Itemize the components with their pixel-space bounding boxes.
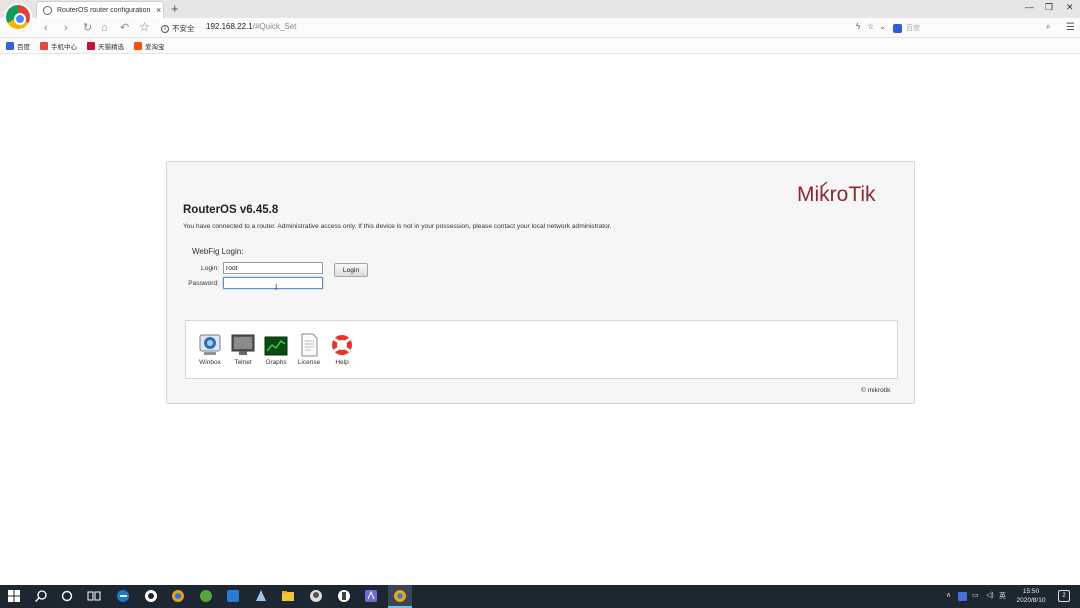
- edge-icon[interactable]: [116, 589, 130, 603]
- search-placeholder: 百度: [906, 25, 920, 32]
- bookmark-item[interactable]: 天猫精选: [87, 41, 124, 51]
- file-explorer-icon[interactable]: [281, 589, 295, 603]
- browser-icon[interactable]: [393, 589, 407, 603]
- winbox-icon: [199, 334, 221, 355]
- admin-notice: You have connected to a router. Administ…: [183, 223, 612, 230]
- search-icon[interactable]: [34, 589, 48, 603]
- back-icon[interactable]: ‹: [44, 21, 48, 35]
- browser-logo-icon[interactable]: [4, 3, 32, 31]
- url-field[interactable]: 192.168.22.1/#Quick_Set: [206, 22, 296, 31]
- graphs-icon: [264, 336, 288, 356]
- system-clock[interactable]: 15:50 2020/8/10: [1011, 587, 1051, 605]
- tab-strip: RouterOS router configuration × + — ❐ ✕: [0, 0, 1080, 31]
- app-icon[interactable]: [364, 589, 378, 603]
- login-label: Login:: [201, 265, 219, 272]
- tray-app-icon[interactable]: [958, 592, 967, 601]
- network-icon[interactable]: ▭: [972, 591, 979, 599]
- app-icon[interactable]: [199, 589, 213, 603]
- graphs-link[interactable]: Graphs: [260, 333, 292, 366]
- page-title: RouterOS v6.45.8: [183, 204, 279, 216]
- search-icon[interactable]: ⌕: [1046, 22, 1050, 32]
- tool-label: License: [297, 359, 321, 366]
- info-icon: i: [161, 24, 169, 33]
- url-host: 192.168.22.1: [206, 22, 253, 31]
- winbox-link[interactable]: Winbox: [194, 333, 226, 366]
- tool-label: Help: [335, 359, 349, 366]
- input-language[interactable]: 英: [999, 591, 1006, 601]
- security-label: 不安全: [172, 24, 195, 33]
- app-icon[interactable]: [226, 589, 240, 603]
- tool-label: Telnet: [234, 359, 252, 366]
- chevron-down-icon[interactable]: ⌄: [879, 22, 886, 31]
- login-button[interactable]: Login: [334, 263, 368, 277]
- taskbar: ∧ ▭ ◁) 英 15:50 2020/8/10 2: [0, 585, 1080, 608]
- restore-button[interactable]: ❐: [1045, 2, 1053, 13]
- app-icon[interactable]: [309, 589, 323, 603]
- svg-text:MikroTik: MikroTik: [797, 183, 876, 206]
- app-icon[interactable]: [144, 589, 158, 603]
- password-label: Password:: [188, 280, 219, 287]
- copyright: © mikrotik: [861, 387, 891, 394]
- cortana-icon[interactable]: [60, 589, 74, 603]
- reload-icon[interactable]: ↻: [83, 21, 92, 35]
- security-indicator[interactable]: i 不安全: [161, 23, 195, 34]
- winbox-icon[interactable]: [337, 589, 351, 603]
- bookmark-icon: [40, 41, 48, 50]
- tab-title: RouterOS router configuration: [57, 6, 151, 14]
- favorite-star-icon[interactable]: ☆: [139, 20, 150, 34]
- bookmark-item[interactable]: 爱淘宝: [134, 41, 165, 51]
- mikrotik-favicon-icon: [43, 5, 52, 15]
- baidu-logo-icon: [893, 23, 902, 33]
- tool-label: Winbox: [199, 359, 221, 366]
- windows-start-icon[interactable]: [7, 589, 21, 603]
- forward-icon[interactable]: ›: [64, 21, 68, 35]
- telnet-link[interactable]: Telnet: [227, 333, 259, 366]
- clock-time: 15:50: [1022, 588, 1040, 595]
- mikrotik-logo: MikroTik: [797, 181, 876, 206]
- help-icon: [332, 335, 352, 355]
- clock-date: 2020/8/10: [1016, 597, 1046, 604]
- url-path: /#Quick_Set: [252, 22, 297, 31]
- new-tab-button[interactable]: +: [171, 1, 179, 17]
- bookmark-icon: [134, 41, 142, 50]
- minimize-button[interactable]: —: [1025, 2, 1034, 12]
- undo-icon[interactable]: ↶: [120, 21, 129, 35]
- tool-label: Graphs: [265, 359, 287, 366]
- browser-window: RouterOS router configuration × + — ❐ ✕ …: [0, 0, 1080, 608]
- bookmarks-bar: 百度 手机中心 天猫精选 爱淘宝: [0, 38, 1080, 54]
- license-link[interactable]: License: [293, 333, 325, 366]
- lightning-icon[interactable]: ϟ: [856, 22, 860, 31]
- password-input[interactable]: [223, 277, 323, 289]
- volume-icon[interactable]: ◁): [986, 591, 994, 599]
- tab-close-icon[interactable]: ×: [156, 5, 161, 15]
- bookmark-icon: [87, 41, 95, 50]
- help-link[interactable]: Help: [326, 333, 358, 366]
- task-view-icon[interactable]: [87, 589, 101, 603]
- tools-box: Winbox Telnet Graphs License Help: [185, 320, 898, 379]
- bookmark-item[interactable]: 百度: [6, 41, 30, 51]
- webfig-login-panel: MikroTik RouterOS v6.45.8 You have conne…: [166, 161, 915, 404]
- license-icon: [301, 333, 318, 357]
- login-input[interactable]: [223, 262, 323, 274]
- bookmark-icon: [6, 41, 14, 50]
- browser-icon[interactable]: [171, 589, 185, 603]
- text-cursor-icon: I: [275, 283, 278, 292]
- search-box[interactable]: 百度: [893, 21, 1059, 35]
- bookmark-item[interactable]: 手机中心: [40, 41, 77, 51]
- tab-routeros[interactable]: RouterOS router configuration ×: [36, 1, 164, 18]
- telnet-icon: [231, 334, 255, 355]
- app-icon[interactable]: [254, 589, 268, 603]
- home-icon[interactable]: ⌂: [101, 21, 108, 35]
- menu-icon[interactable]: ☰: [1066, 22, 1075, 33]
- address-bar: ‹ › ↻ ⌂ ↶ ☆ i 不安全 192.168.22.1/#Quick_Se…: [0, 18, 1080, 38]
- tray-chevron-up-icon[interactable]: ∧: [946, 591, 951, 599]
- notifications-icon[interactable]: 2: [1058, 590, 1070, 602]
- bookmark-star-icon[interactable]: ☆: [867, 22, 874, 31]
- webfig-login-heading: WebFig Login:: [192, 247, 244, 256]
- close-window-button[interactable]: ✕: [1066, 2, 1074, 13]
